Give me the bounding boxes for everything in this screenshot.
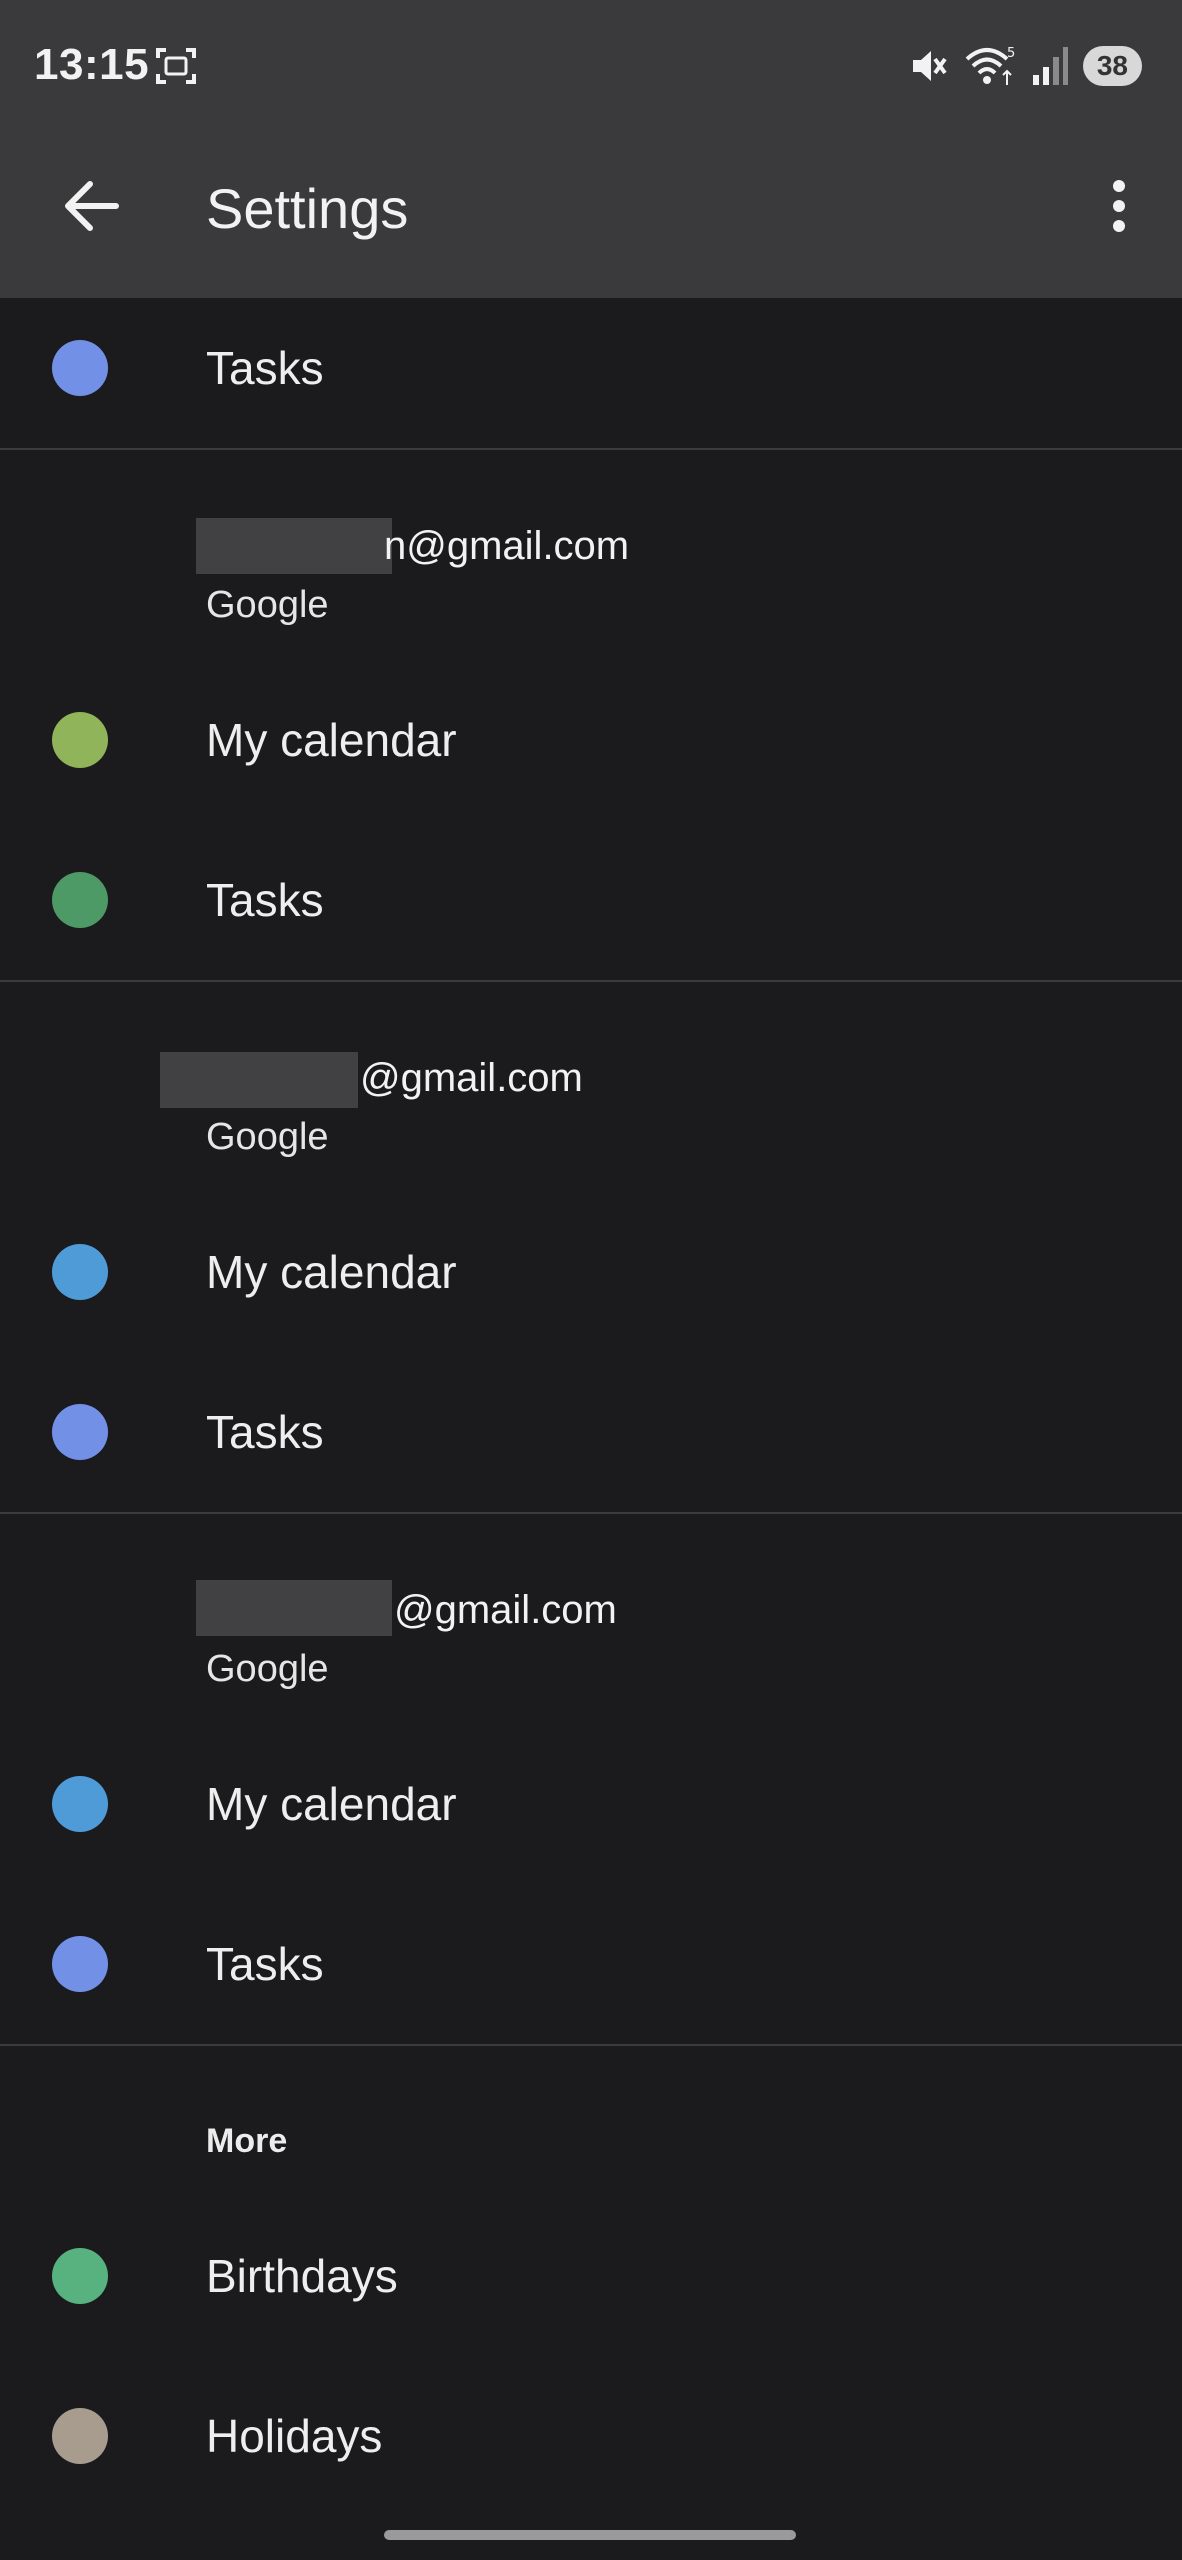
calendar-item-my-calendar[interactable]: My calendar [0, 1212, 1182, 1332]
redacted-email [196, 1580, 392, 1636]
divider [0, 1512, 1182, 1514]
account-provider: Google [206, 1116, 329, 1158]
status-icons: 5 38 [907, 44, 1142, 88]
color-dot [52, 2248, 108, 2304]
color-dot [52, 1244, 108, 1300]
battery-icon: 38 [1082, 46, 1142, 86]
redacted-email [160, 1052, 358, 1108]
page-title: Settings [206, 177, 409, 240]
account-email: @gmail.com [394, 1588, 617, 1632]
color-dot [52, 1936, 108, 1992]
calendar-item-label: Holidays [206, 2410, 383, 2462]
calendar-item-label: Tasks [206, 1406, 324, 1458]
calendar-item-holidays[interactable]: Holidays [0, 2376, 1182, 2496]
account-email: @gmail.com [360, 1056, 583, 1100]
wifi-icon: 5 [965, 46, 1015, 85]
calendar-item-tasks[interactable]: Tasks [0, 308, 1182, 428]
signal-icon [1032, 47, 1068, 85]
calendar-item-tasks[interactable]: Tasks [0, 840, 1182, 960]
screenshot-icon [156, 48, 196, 84]
divider [0, 2044, 1182, 2046]
redacted-email [196, 518, 392, 574]
status-bar: 13:15 5 38 [0, 0, 1182, 132]
arrow-back-icon[interactable] [62, 180, 120, 232]
calendar-item-birthdays[interactable]: Birthdays [0, 2216, 1182, 2336]
color-dot [52, 712, 108, 768]
app-bar [0, 132, 1182, 298]
calendar-item-tasks[interactable]: Tasks [0, 1372, 1182, 1492]
calendar-item-label: Tasks [206, 342, 324, 394]
divider [0, 448, 1182, 450]
color-dot [52, 340, 108, 396]
calendar-item-label: Tasks [206, 874, 324, 926]
account-email: n@gmail.com [384, 524, 630, 568]
gesture-nav-bar[interactable] [384, 2530, 796, 2540]
account-provider: Google [206, 584, 329, 626]
mute-icon [912, 51, 947, 81]
section-title-more: More [206, 2122, 288, 2160]
color-dot [52, 1776, 108, 1832]
color-dot [52, 2408, 108, 2464]
calendar-item-tasks[interactable]: Tasks [0, 1904, 1182, 2024]
calendar-item-label: My calendar [206, 1246, 457, 1298]
calendar-item-my-calendar[interactable]: My calendar [0, 1744, 1182, 1864]
divider [0, 980, 1182, 982]
calendar-item-my-calendar[interactable]: My calendar [0, 680, 1182, 800]
status-time: 13:15 [34, 40, 150, 89]
calendar-item-label: My calendar [206, 714, 457, 766]
svg-text:5: 5 [1007, 46, 1015, 61]
color-dot [52, 1404, 108, 1460]
account-provider: Google [206, 1648, 329, 1690]
color-dot [52, 872, 108, 928]
more-vert-icon[interactable] [1104, 178, 1134, 234]
calendar-item-label: Birthdays [206, 2250, 398, 2302]
calendar-item-label: Tasks [206, 1938, 324, 1990]
calendar-item-label: My calendar [206, 1778, 457, 1830]
